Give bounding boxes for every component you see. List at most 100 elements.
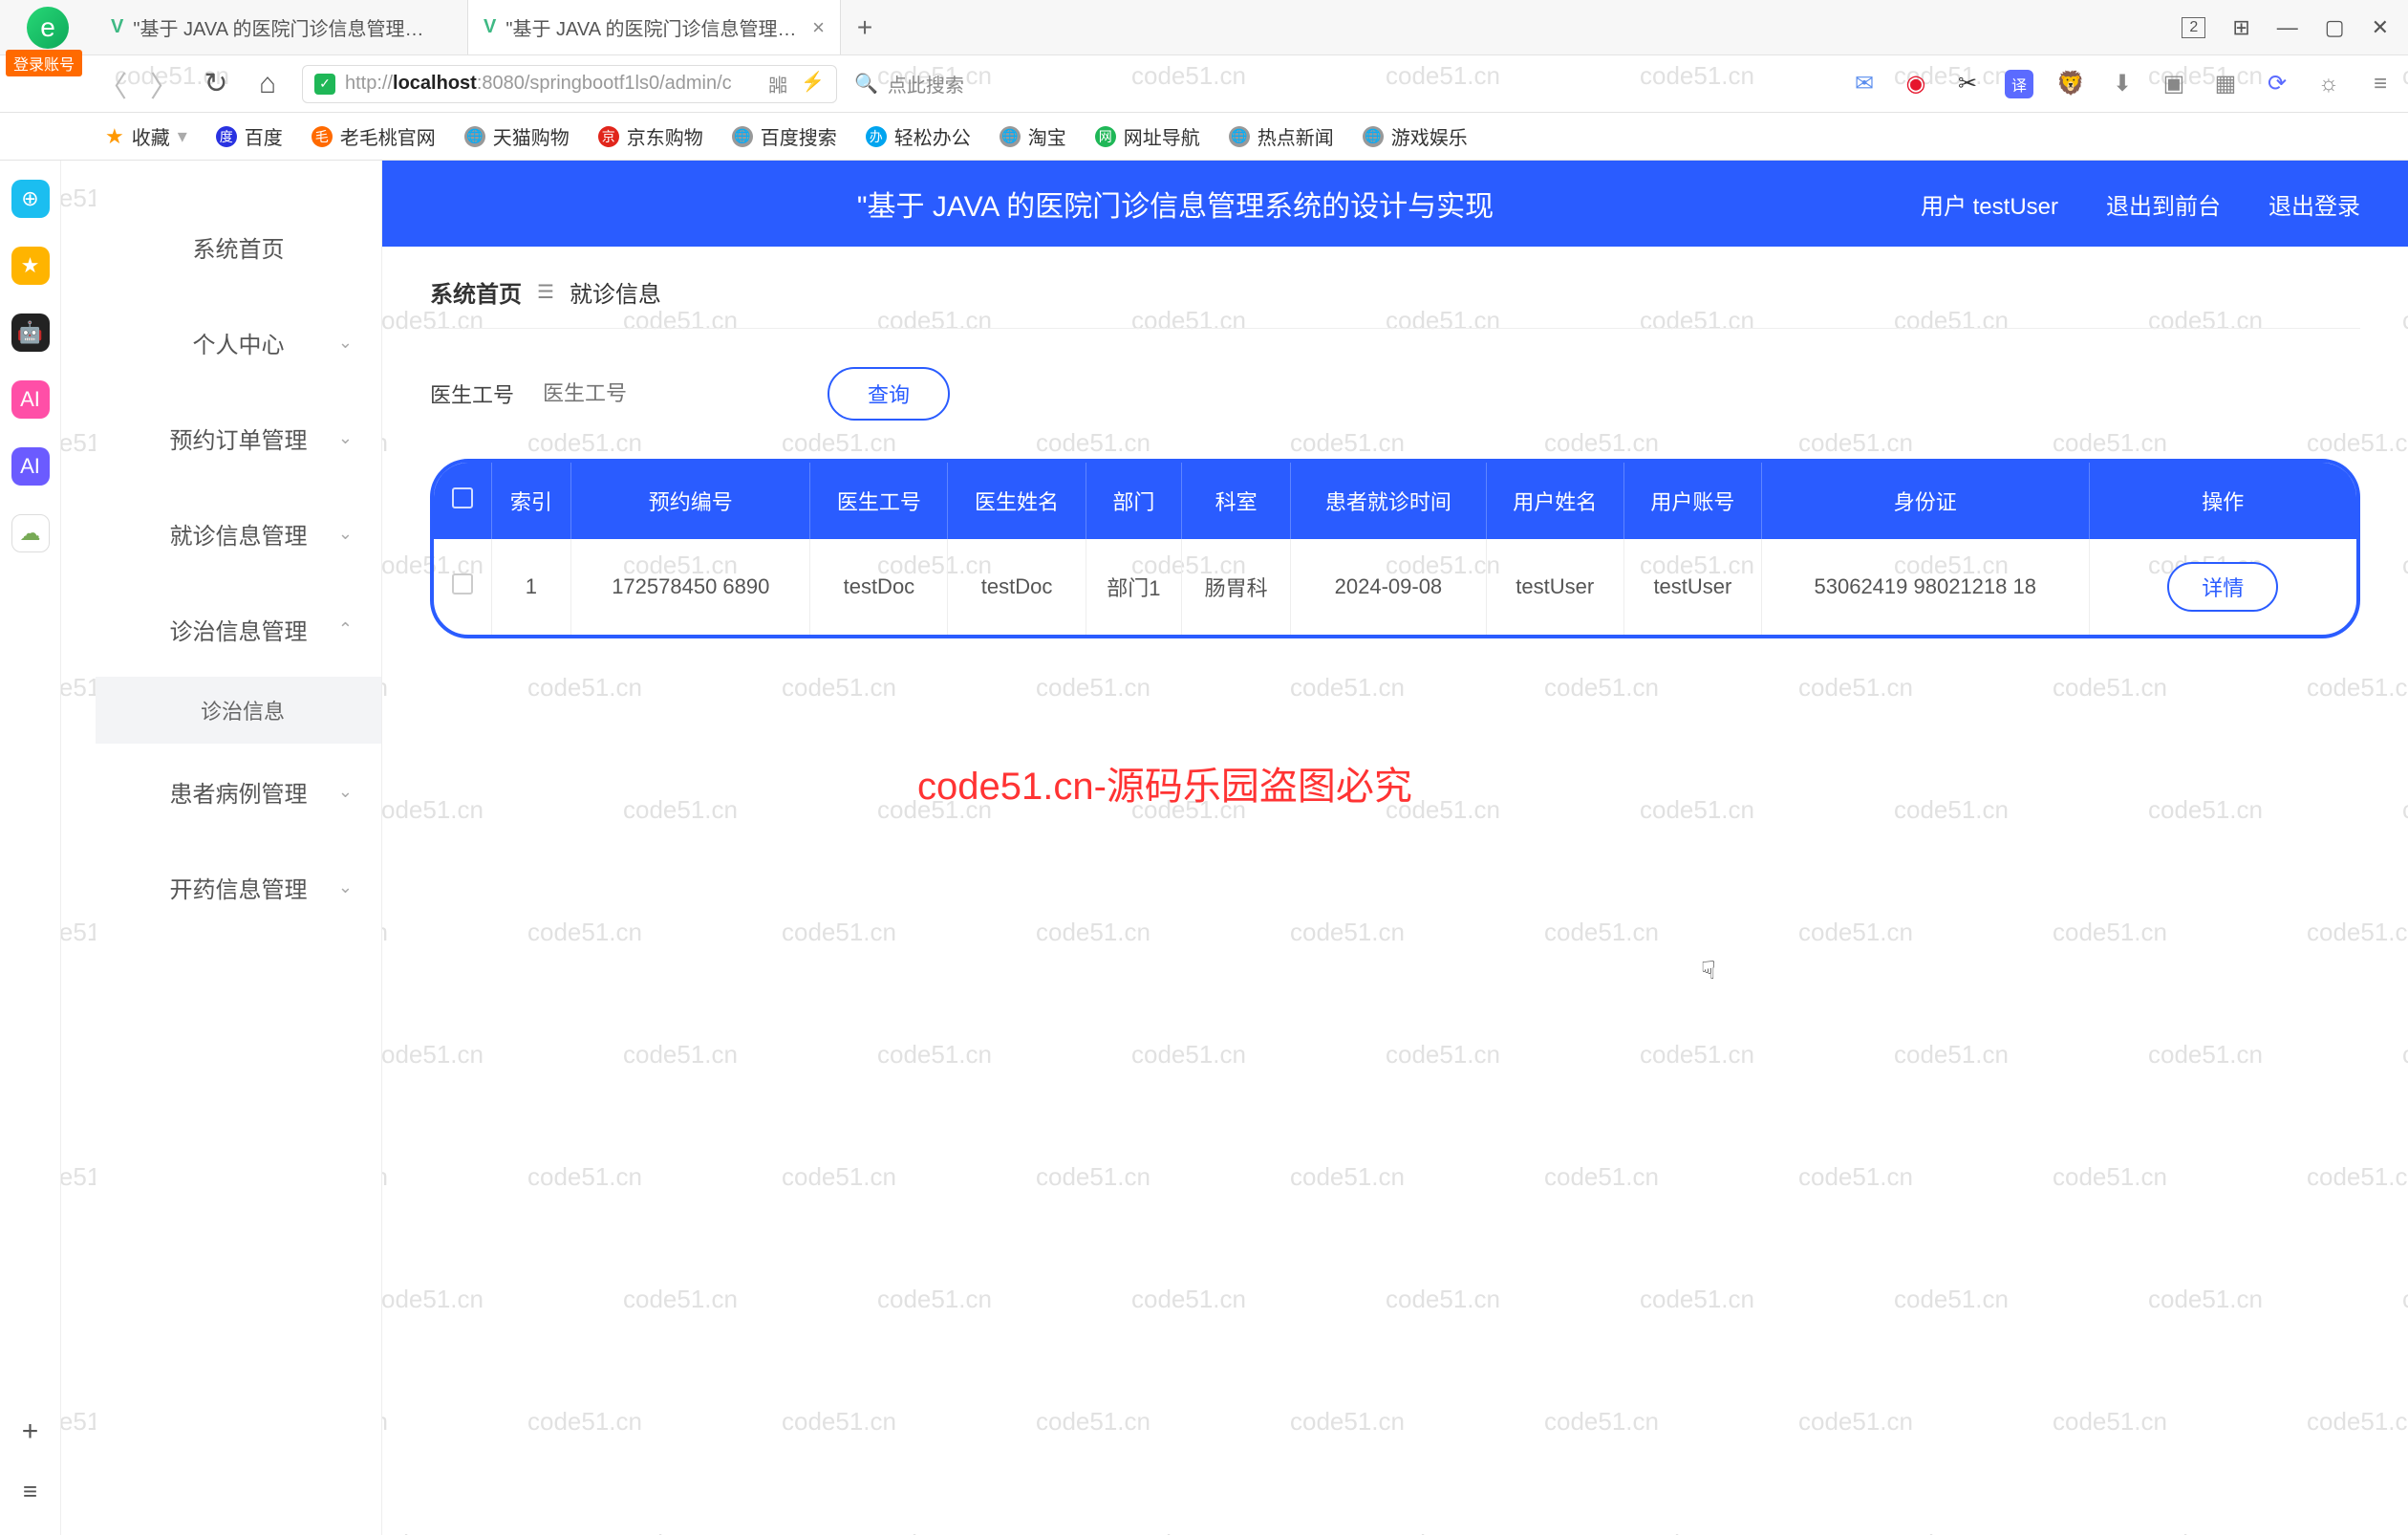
cell-uacct: testUser: [1623, 539, 1761, 635]
rail-icon-3[interactable]: 🤖: [11, 313, 50, 352]
nav-icon: 网: [1095, 126, 1116, 147]
rail-icon-4[interactable]: AI: [11, 380, 50, 419]
sidebar-item-orders[interactable]: 预约订单管理⌄: [96, 390, 381, 486]
app-header: "基于 JAVA 的医院门诊信息管理系统的设计与实现 用户 testUser 退…: [382, 161, 2408, 247]
th-order: 预约编号: [571, 463, 810, 539]
rail-list-icon[interactable]: ≡: [23, 1477, 37, 1506]
globe-icon: 🌐: [1363, 126, 1384, 147]
rail-icon-1[interactable]: ⊕: [11, 180, 50, 218]
breadcrumb-home[interactable]: 系统首页: [430, 275, 522, 309]
header-back[interactable]: 退出到前台: [2106, 187, 2221, 221]
maximize-icon[interactable]: ▢: [2325, 15, 2345, 40]
mail-icon[interactable]: ✉: [1850, 70, 1879, 98]
url-input[interactable]: ✓ http://localhost:8080/springbootf1ls0/…: [302, 65, 837, 103]
sidebar-item-prescription[interactable]: 开药信息管理⌄: [96, 839, 381, 935]
rail-icon-6[interactable]: ☁: [11, 514, 50, 552]
bookmark-baidu[interactable]: 度百度: [216, 122, 283, 150]
globe-icon: 🌐: [464, 126, 485, 147]
lion-icon[interactable]: 🦁: [2056, 70, 2085, 98]
bookmark-taobao[interactable]: 🌐淘宝: [1000, 122, 1066, 150]
sidebar-item-cases[interactable]: 患者病例管理⌄: [96, 744, 381, 839]
menu-bars-icon[interactable]: ≡: [2366, 70, 2395, 98]
sidebar-item-profile[interactable]: 个人中心⌄: [96, 294, 381, 390]
header-logout[interactable]: 退出登录: [2268, 187, 2360, 221]
bookmark-laomaotao[interactable]: 毛老毛桃官网: [312, 122, 436, 150]
favorites-button[interactable]: ★收藏▾: [105, 122, 187, 150]
new-tab-button[interactable]: +: [841, 0, 889, 54]
th-index: 索引: [491, 463, 571, 539]
translate-icon[interactable]: 译: [2005, 70, 2033, 98]
bookmark-nav[interactable]: 网网址导航: [1095, 122, 1200, 150]
globe-icon: 🌐: [1000, 126, 1021, 147]
select-all-checkbox[interactable]: [452, 487, 473, 508]
bookmark-office[interactable]: 办轻松办公: [866, 122, 971, 150]
weibo-icon[interactable]: ◉: [1902, 70, 1930, 98]
th-room: 科室: [1182, 463, 1291, 539]
settings-icon[interactable]: ☼: [2314, 70, 2343, 98]
th-action: 操作: [2089, 463, 2356, 539]
pip-icon[interactable]: ▣: [2160, 70, 2188, 98]
rail-add-icon[interactable]: +: [22, 1416, 39, 1448]
query-button[interactable]: 查询: [828, 367, 950, 421]
app-region: 系统首页 个人中心⌄ 预约订单管理⌄ 就诊信息管理⌄ 诊治信息管理⌃ 诊治信息 …: [96, 161, 2408, 1535]
cell-room: 肠胃科: [1182, 539, 1291, 635]
lmt-icon: 毛: [312, 126, 333, 147]
th-uname: 用户姓名: [1486, 463, 1623, 539]
bookmark-tmall[interactable]: 🌐天猫购物: [464, 122, 570, 150]
flash-icon[interactable]: ⚡: [801, 70, 825, 97]
row-checkbox[interactable]: [452, 573, 473, 595]
minimize-icon[interactable]: —: [2277, 15, 2298, 40]
search-icon: 🔍: [854, 72, 878, 96]
home-icon[interactable]: ⌂: [250, 68, 285, 100]
search-row: 医生工号 查询: [430, 367, 2360, 421]
browser-titlebar: e 登录账号 V "基于 JAVA 的医院门诊信息管理… V "基于 JAVA …: [0, 0, 2408, 55]
content-area: 系统首页 ☰ 就诊信息 医生工号 查询 索引 预约编号 医生工号: [382, 247, 2408, 667]
chevron-up-icon: ⌃: [338, 619, 353, 639]
omnibox-search[interactable]: 🔍 点此搜索: [854, 70, 998, 97]
th-uacct: 用户账号: [1623, 463, 1761, 539]
table-row: 1 172578450 6890 testDoc testDoc 部门1 肠胃科…: [434, 539, 2356, 635]
scissors-icon[interactable]: ✂: [1953, 70, 1982, 98]
sidebar-item-visits[interactable]: 就诊信息管理⌄: [96, 486, 381, 581]
tab-count-badge[interactable]: 2: [2182, 17, 2205, 38]
sidebar-item-home[interactable]: 系统首页: [96, 199, 381, 294]
doctor-id-input[interactable]: [537, 376, 728, 413]
sidebar: 系统首页 个人中心⌄ 预约订单管理⌄ 就诊信息管理⌄ 诊治信息管理⌃ 诊治信息 …: [96, 161, 382, 1535]
nav-back-icon[interactable]: 〈: [96, 63, 130, 105]
rail-icon-5[interactable]: AI: [11, 447, 50, 486]
close-icon[interactable]: ✕: [2372, 15, 2389, 40]
download-icon[interactable]: ⬇: [2108, 70, 2137, 98]
window-controls: 2 ⊞ — ▢ ✕: [2182, 15, 2408, 40]
browser-logo-icon[interactable]: e: [27, 7, 69, 49]
sidebar-subitem-treatment-info[interactable]: 诊治信息: [96, 677, 381, 744]
bookmark-baidusearch[interactable]: 🌐百度搜索: [732, 122, 837, 150]
nav-forward-icon[interactable]: 〉: [147, 63, 182, 105]
sidebar-item-treatment[interactable]: 诊治信息管理⌃: [96, 581, 381, 677]
search-label: 医生工号: [430, 378, 514, 409]
address-bar: 〈 〉 ↻ ⌂ ✓ http://localhost:8080/springbo…: [0, 55, 2408, 113]
vue-icon: V: [484, 16, 496, 38]
bookmark-jd[interactable]: 京京东购物: [598, 122, 703, 150]
bookmark-news[interactable]: 🌐热点新闻: [1229, 122, 1334, 150]
data-table: 索引 预约编号 医生工号 医生姓名 部门 科室 患者就诊时间 用户姓名 用户账号…: [430, 459, 2360, 638]
reload-icon[interactable]: ↻: [199, 67, 233, 100]
refresh-icon[interactable]: ⟳: [2263, 70, 2291, 98]
bookmark-games[interactable]: 🌐游戏娱乐: [1363, 122, 1468, 150]
browser-tab-1[interactable]: V "基于 JAVA 的医院门诊信息管理… ×: [468, 0, 841, 54]
table-header: 索引 预约编号 医生工号 医生姓名 部门 科室 患者就诊时间 用户姓名 用户账号…: [434, 463, 2356, 539]
browser-tab-0[interactable]: V "基于 JAVA 的医院门诊信息管理…: [96, 0, 468, 54]
globe-icon: 🌐: [732, 126, 753, 147]
grid-icon[interactable]: ▦: [2211, 70, 2240, 98]
header-user[interactable]: 用户 testUser: [1921, 187, 2058, 221]
th-id: 身份证: [1761, 463, 2089, 539]
tab-label: "基于 JAVA 的医院门诊信息管理…: [133, 13, 452, 41]
th-docid: 医生工号: [810, 463, 948, 539]
url-badge-icon[interactable]: 嘂: [768, 70, 787, 97]
browser-logo-area: e: [0, 7, 96, 49]
detail-button[interactable]: 详情: [2167, 562, 2278, 612]
rail-icon-2[interactable]: ★: [11, 247, 50, 285]
app-title: "基于 JAVA 的医院门诊信息管理系统的设计与实现: [430, 183, 1921, 225]
close-icon[interactable]: ×: [812, 15, 825, 40]
jd-icon: 京: [598, 126, 619, 147]
menu-icon[interactable]: ⊞: [2232, 15, 2249, 40]
